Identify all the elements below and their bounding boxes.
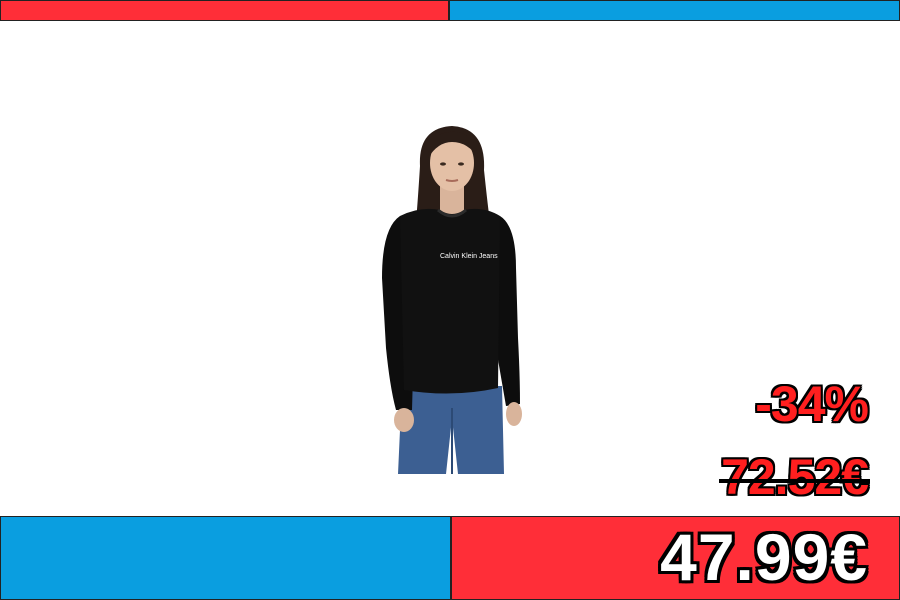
bottom-left-color-bar xyxy=(0,516,451,600)
discount-badge: -34% xyxy=(755,376,869,432)
sweatshirt-print-text: Calvin Klein Jeans xyxy=(440,253,498,260)
model-sweatshirt-illustration xyxy=(382,126,522,474)
old-price-container: 72.52€ xyxy=(719,449,870,505)
top-right-color-bar xyxy=(449,0,900,21)
new-price: 47.99€ xyxy=(660,520,868,594)
product-image[interactable]: Calvin Klein Jeans xyxy=(360,118,540,478)
price-strikethrough xyxy=(719,479,870,483)
top-left-color-bar xyxy=(0,0,449,21)
old-price: 72.52€ xyxy=(721,449,869,505)
